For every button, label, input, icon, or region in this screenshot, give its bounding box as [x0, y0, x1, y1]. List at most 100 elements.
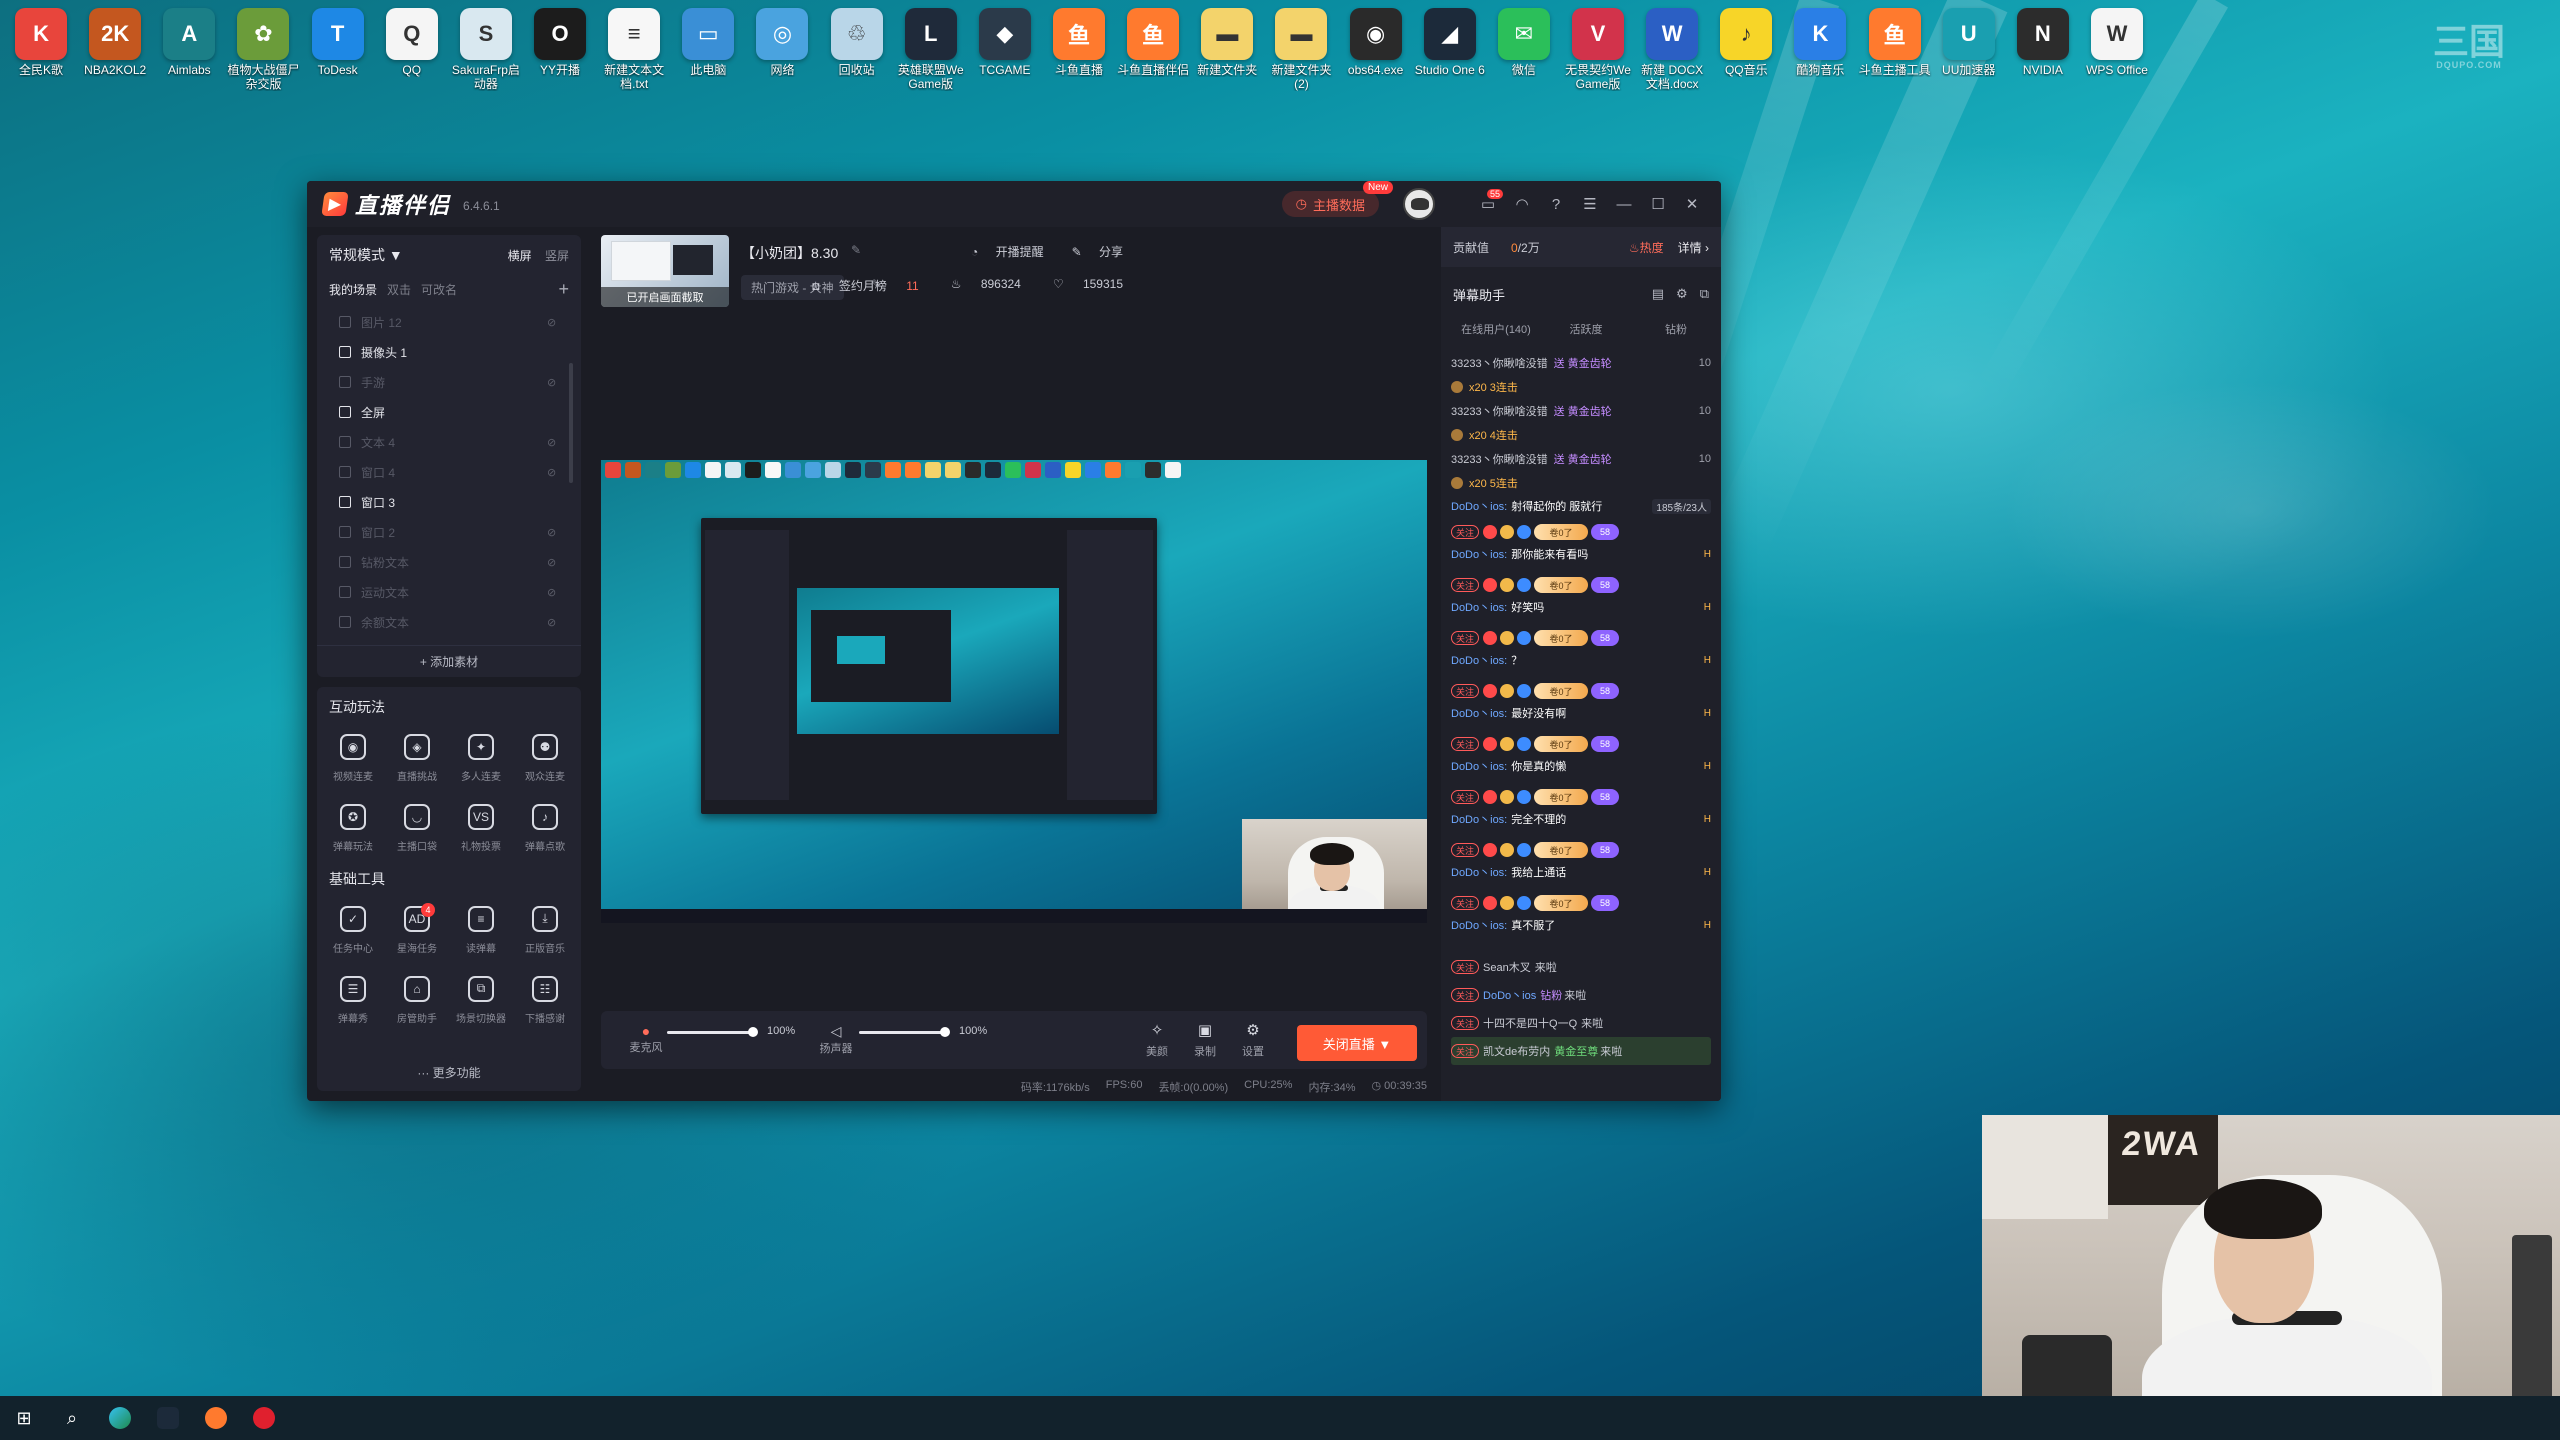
record-button[interactable]: ▣ 录制	[1185, 1021, 1225, 1059]
remind-button[interactable]: ◔ 开播提醒	[957, 243, 1044, 260]
desktop-icon[interactable]: ✿ 植物大战僵尸杂交版	[226, 4, 300, 104]
desktop-icon[interactable]: ◎ 网络	[745, 4, 819, 104]
desktop-icon[interactable]: K 酷狗音乐	[1783, 4, 1857, 104]
tool-interactive-7[interactable]: ♪ 弹幕点歌	[513, 793, 577, 863]
mode-dropdown[interactable]: 常规模式 ▼	[329, 245, 403, 265]
tool-basic-4[interactable]: ☰ 弹幕秀	[321, 965, 385, 1035]
stop-live-button[interactable]: 关闭直播 ▼	[1297, 1025, 1417, 1061]
scene-item[interactable]: 图片 12 ⊘	[317, 307, 581, 337]
follow-badge[interactable]: 关注	[1451, 843, 1480, 857]
mic-volume-knob[interactable]	[747, 1027, 758, 1037]
tab-online-users[interactable]: 在线用户(140)	[1451, 321, 1541, 337]
tool-basic-2[interactable]: ≡ 读弹幕	[449, 895, 513, 965]
tab-diamond-fans[interactable]: 钻粉	[1631, 321, 1721, 337]
tab-portrait[interactable]: 竖屏	[545, 249, 569, 263]
filter-icon[interactable]: ▤	[1652, 286, 1664, 302]
tool-basic-6[interactable]: ⧉ 场景切换器	[449, 965, 513, 1035]
speaker-volume-knob[interactable]	[939, 1027, 950, 1037]
settings-button[interactable]: ⚙ 设置	[1233, 1021, 1273, 1059]
tool-interactive-6[interactable]: VS 礼物投票	[449, 793, 513, 863]
tool-basic-0[interactable]: ✓ 任务中心	[321, 895, 385, 965]
tab-my-scenes[interactable]: 我的场景	[329, 281, 377, 298]
desktop-icon[interactable]: 鱼斗鱼直播	[1042, 4, 1116, 104]
follow-badge[interactable]: 关注	[1451, 896, 1480, 910]
headset-icon[interactable]: ◠	[1505, 181, 1539, 227]
beauty-button[interactable]: ✧ 美颜	[1137, 1021, 1177, 1059]
tab-activity[interactable]: 活跃度	[1541, 321, 1631, 337]
speaker-volume-slider[interactable]	[859, 1031, 949, 1034]
tool-interactive-1[interactable]: ◈ 直播挑战	[385, 723, 449, 793]
mic-button[interactable]: ● 麦克风	[621, 1023, 671, 1055]
follow-badge[interactable]: 关注	[1451, 1016, 1480, 1030]
netease-music-icon[interactable]	[240, 1396, 288, 1440]
desktop-icon[interactable]: V 无畏契约WeGame版	[1561, 4, 1635, 104]
follow-badge[interactable]: 关注	[1451, 578, 1480, 592]
tool-interactive-5[interactable]: ◡ 主播口袋	[385, 793, 449, 863]
tool-interactive-0[interactable]: ◉ 视频连麦	[321, 723, 385, 793]
hidden-eye-icon[interactable]: ⊘	[547, 376, 559, 389]
scene-item[interactable]: 钻粉文本 ⊘	[317, 547, 581, 577]
desktop-icon[interactable]: ◢ Studio One 6	[1413, 4, 1487, 104]
help-icon[interactable]: ?	[1539, 181, 1573, 227]
hidden-eye-icon[interactable]: ⊘	[547, 316, 559, 329]
tool-basic-1[interactable]: AD 星海任务 4	[385, 895, 449, 965]
avatar[interactable]	[1403, 188, 1435, 220]
desktop-icon[interactable]: ≡ 新建文本文档.txt	[597, 4, 671, 104]
close-icon[interactable]: ✕	[1675, 181, 1709, 227]
desktop-icon[interactable]: K 全民K歌	[4, 4, 78, 104]
speaker-button[interactable]: ◁ 扬声器	[811, 1023, 861, 1056]
hidden-eye-icon[interactable]: ⊘	[547, 436, 559, 449]
hidden-eye-icon[interactable]: ⊘	[547, 616, 559, 629]
scene-item[interactable]: 摄像头 1	[317, 337, 581, 367]
danmu-list[interactable]: 33233丶你瞅啥没错送 黄金齿轮 10 x20 3连击 33233丶你瞅啥没错送 黄…	[1441, 351, 1721, 1087]
minimize-icon[interactable]: —	[1607, 181, 1641, 227]
edge-icon[interactable]	[96, 1396, 144, 1440]
desktop-icon[interactable]: W 新建 DOCX 文档.docx	[1635, 4, 1709, 104]
start-button[interactable]: ⊞	[0, 1396, 48, 1440]
scene-item[interactable]: 窗口 3	[317, 487, 581, 517]
desktop-icon[interactable]: ◆ TCGAME	[968, 4, 1042, 104]
tab-landscape[interactable]: 横屏	[508, 249, 532, 263]
popout-icon[interactable]: ⧉	[1700, 286, 1709, 302]
hidden-eye-icon[interactable]: ⊘	[547, 526, 559, 539]
follow-badge[interactable]: 关注	[1451, 737, 1480, 751]
search-icon[interactable]: ⌕	[48, 1396, 96, 1440]
desktop-icon[interactable]: S SakuraFrp启动器	[449, 4, 523, 104]
tool-basic-7[interactable]: ☷ 下播感谢	[513, 965, 577, 1035]
tool-basic-5[interactable]: ⌂ 房管助手	[385, 965, 449, 1035]
scene-item[interactable]: 运动文本 ⊘	[317, 577, 581, 607]
more-functions-button[interactable]: ··· 更多功能	[317, 1064, 581, 1081]
follow-badge[interactable]: 关注	[1451, 960, 1480, 974]
desktop-icon[interactable]: ♪ QQ音乐	[1709, 4, 1783, 104]
desktop-icon[interactable]: U UU加速器	[1932, 4, 2006, 104]
studio-one-icon[interactable]	[144, 1396, 192, 1440]
desktop-icon[interactable]: ✉ 微信	[1487, 4, 1561, 104]
desktop-icon[interactable]: L 英雄联盟WeGame版	[894, 4, 968, 104]
follow-badge[interactable]: 关注	[1451, 1044, 1480, 1058]
desktop-icon[interactable]: ◉ obs64.exe	[1339, 4, 1413, 104]
desktop-icon[interactable]: W WPS Office	[2080, 4, 2154, 104]
add-scene-button[interactable]: +	[558, 279, 569, 300]
anchor-data-button[interactable]: ◷ 主播数据 New	[1281, 181, 1393, 217]
scene-item[interactable]: 全屏	[317, 397, 581, 427]
scene-item[interactable]: 窗口 4 ⊘	[317, 457, 581, 487]
message-icon[interactable]: ▭ 55	[1471, 181, 1505, 227]
follow-badge[interactable]: 关注	[1451, 525, 1480, 539]
maximize-icon[interactable]: ☐	[1641, 181, 1675, 227]
room-cover-thumbnail[interactable]: 已开启画面截取	[601, 235, 729, 307]
desktop-icon[interactable]: Q QQ	[375, 4, 449, 104]
scene-item[interactable]: 手游 ⊘	[317, 367, 581, 397]
tool-basic-3[interactable]: ⤓ 正版音乐	[513, 895, 577, 965]
stream-preview[interactable]	[601, 460, 1427, 923]
hidden-eye-icon[interactable]: ⊘	[547, 586, 559, 599]
desktop-icon[interactable]: N NVIDIA	[2006, 4, 2080, 104]
desktop-icon[interactable]: A Aimlabs	[152, 4, 226, 104]
desktop-icon[interactable]: 2K NBA2KOL2	[78, 4, 152, 104]
scene-item[interactable]: 余额文本 ⊘	[317, 607, 581, 637]
follow-badge[interactable]: 关注	[1451, 988, 1480, 1002]
tool-interactive-2[interactable]: ✦ 多人连麦	[449, 723, 513, 793]
desktop-icon[interactable]: O YY开播	[523, 4, 597, 104]
mic-volume-slider[interactable]	[667, 1031, 757, 1034]
tool-interactive-4[interactable]: ✪ 弹幕玩法	[321, 793, 385, 863]
desktop-icon[interactable]: ♲ 回收站	[820, 4, 894, 104]
